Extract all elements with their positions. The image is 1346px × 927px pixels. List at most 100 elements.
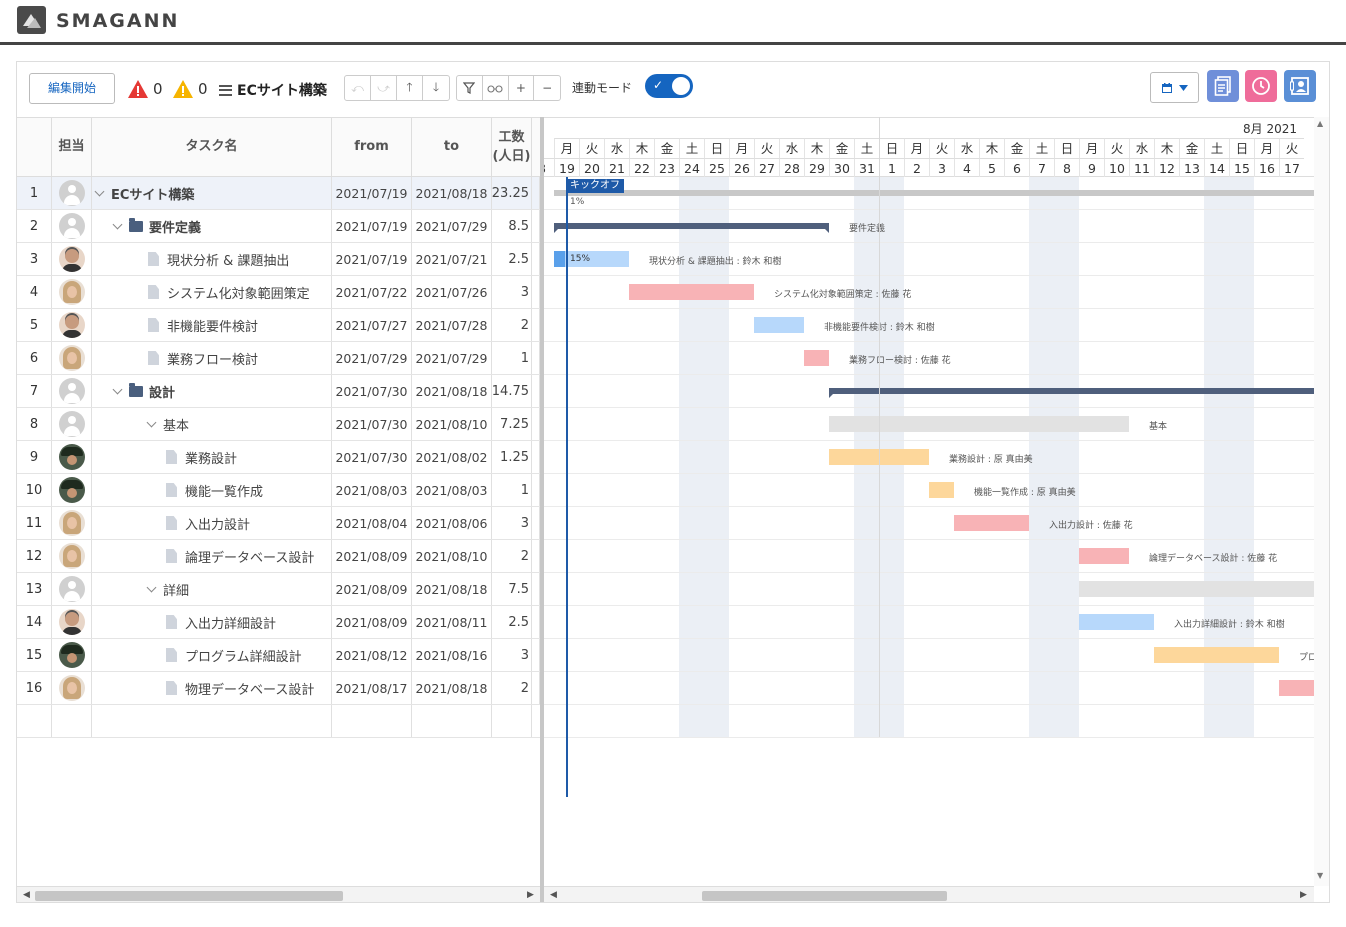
effort-value[interactable]: 2.5 (492, 243, 532, 275)
task-bar[interactable] (1079, 581, 1329, 597)
task-name-cell[interactable]: 入出力設計 (92, 507, 332, 539)
from-date[interactable]: 2021/08/04 (332, 507, 412, 539)
document-view-button[interactable] (1207, 70, 1239, 102)
to-date[interactable]: 2021/08/10 (412, 408, 492, 440)
effort-value[interactable]: 14.75 (492, 375, 532, 407)
scroll-right-icon[interactable]: ▶ (527, 890, 534, 900)
table-row[interactable]: 15 プログラム詳細設計 2021/08/12 2021/08/16 3 (17, 639, 540, 672)
effort-value[interactable]: 23.25 (492, 177, 532, 209)
task-bar[interactable] (1079, 548, 1129, 564)
from-date[interactable]: 2021/07/22 (332, 276, 412, 308)
from-date[interactable]: 2021/07/30 (332, 408, 412, 440)
effort-value[interactable]: 1 (492, 474, 532, 506)
task-bar[interactable] (954, 515, 1029, 531)
chevron-down-icon[interactable] (146, 582, 157, 593)
task-name-cell[interactable]: 設計 (92, 375, 332, 407)
avatar[interactable] (58, 312, 85, 338)
to-date[interactable]: 2021/08/18 (412, 573, 492, 605)
effort-value[interactable]: 2.5 (492, 606, 532, 638)
task-bar[interactable] (629, 284, 754, 300)
avatar[interactable] (58, 213, 85, 239)
effort-value[interactable]: 1.25 (492, 441, 532, 473)
task-bar[interactable] (829, 416, 1129, 432)
task-bar[interactable] (829, 388, 1329, 398)
avatar[interactable] (58, 675, 85, 701)
to-date[interactable]: 2021/08/03 (412, 474, 492, 506)
task-bar[interactable] (554, 190, 1317, 196)
table-row[interactable]: 7 設計 2021/07/30 2021/08/18 14.75 (17, 375, 540, 408)
to-date[interactable]: 2021/07/28 (412, 309, 492, 341)
avatar[interactable] (58, 576, 85, 602)
from-date[interactable]: 2021/08/17 (332, 672, 412, 704)
zoom-out-button[interactable]: − (534, 76, 560, 100)
task-bar[interactable] (929, 482, 954, 498)
task-name-cell[interactable]: 論理データベース設計 (92, 540, 332, 572)
header-to[interactable]: to (412, 118, 492, 176)
undo-button[interactable]: ⤺ (345, 76, 371, 100)
table-row[interactable]: 1 ECサイト構築 2021/07/19 2021/08/18 23.25 (17, 177, 540, 210)
calendar-dropdown-button[interactable] (1150, 72, 1199, 103)
from-date[interactable]: 2021/07/19 (332, 243, 412, 275)
zoom-in-button[interactable]: + (509, 76, 535, 100)
table-row[interactable]: 4 システム化対象範囲策定 2021/07/22 2021/07/26 3 (17, 276, 540, 309)
header-task-name[interactable]: タスク名 (92, 118, 332, 176)
gantt-scroll-right-icon[interactable]: ▶ (1300, 890, 1307, 900)
table-row[interactable]: 9 業務設計 2021/07/30 2021/08/02 1.25 (17, 441, 540, 474)
to-date[interactable]: 2021/08/16 (412, 639, 492, 671)
task-bar[interactable] (804, 350, 829, 366)
from-date[interactable]: 2021/08/03 (332, 474, 412, 506)
task-bar[interactable] (554, 223, 829, 233)
gantt-horizontal-scrollbar[interactable]: ◀ ▶ (544, 886, 1314, 902)
move-down-button[interactable]: 🡓 (423, 76, 449, 100)
chevron-down-icon[interactable] (112, 219, 123, 230)
from-date[interactable]: 2021/07/27 (332, 309, 412, 341)
table-row[interactable]: 2 要件定義 2021/07/19 2021/07/29 8.5 (17, 210, 540, 243)
task-bar[interactable] (1154, 647, 1279, 663)
effort-value[interactable]: 2 (492, 309, 532, 341)
avatar[interactable] (58, 477, 85, 503)
table-row[interactable]: 8 基本 2021/07/30 2021/08/10 7.25 (17, 408, 540, 441)
grid-scroll-thumb[interactable] (35, 891, 343, 901)
avatar[interactable] (58, 444, 85, 470)
avatar[interactable] (58, 609, 85, 635)
effort-value[interactable]: 3 (492, 276, 532, 308)
to-date[interactable]: 2021/08/18 (412, 375, 492, 407)
from-date[interactable]: 2021/08/09 (332, 606, 412, 638)
to-date[interactable]: 2021/08/18 (412, 672, 492, 704)
edit-start-button[interactable]: 編集開始 (29, 73, 115, 104)
from-date[interactable]: 2021/07/19 (332, 210, 412, 242)
avatar[interactable] (58, 543, 85, 569)
avatar[interactable] (58, 642, 85, 668)
task-name-cell[interactable]: 業務フロー検討 (92, 342, 332, 374)
table-row[interactable]: 13 詳細 2021/08/09 2021/08/18 7.5 (17, 573, 540, 606)
to-date[interactable]: 2021/07/29 (412, 210, 492, 242)
to-date[interactable]: 2021/07/21 (412, 243, 492, 275)
task-name-cell[interactable]: 基本 (92, 408, 332, 440)
gantt-scroll-left-icon[interactable]: ◀ (550, 890, 557, 900)
scroll-up-icon[interactable]: ▲ (1317, 119, 1323, 128)
to-date[interactable]: 2021/08/10 (412, 540, 492, 572)
table-row[interactable]: 12 論理データベース設計 2021/08/09 2021/08/10 2 (17, 540, 540, 573)
effort-value[interactable]: 3 (492, 639, 532, 671)
scroll-left-icon[interactable]: ◀ (23, 890, 30, 900)
effort-value[interactable]: 1 (492, 342, 532, 374)
avatar[interactable] (58, 180, 85, 206)
task-name-cell[interactable]: 現状分析 & 課題抽出 (92, 243, 332, 275)
grid-horizontal-scrollbar[interactable]: ◀ ▶ (17, 886, 540, 902)
scroll-down-icon[interactable]: ▼ (1317, 871, 1323, 880)
effort-value[interactable]: 8.5 (492, 210, 532, 242)
from-date[interactable]: 2021/07/30 (332, 375, 412, 407)
effort-value[interactable]: 7.5 (492, 573, 532, 605)
filter-button[interactable] (457, 76, 483, 100)
to-date[interactable]: 2021/08/11 (412, 606, 492, 638)
effort-value[interactable]: 7.25 (492, 408, 532, 440)
avatar[interactable] (58, 510, 85, 536)
task-bar[interactable] (1079, 614, 1154, 630)
redo-button[interactable]: ⤻ (371, 76, 397, 100)
from-date[interactable]: 2021/07/29 (332, 342, 412, 374)
avatar[interactable] (58, 246, 85, 272)
milestone-flag[interactable]: キックオフ (566, 179, 624, 193)
task-name-cell[interactable]: ECサイト構築 (92, 177, 332, 209)
task-bar[interactable] (754, 317, 804, 333)
to-date[interactable]: 2021/07/26 (412, 276, 492, 308)
